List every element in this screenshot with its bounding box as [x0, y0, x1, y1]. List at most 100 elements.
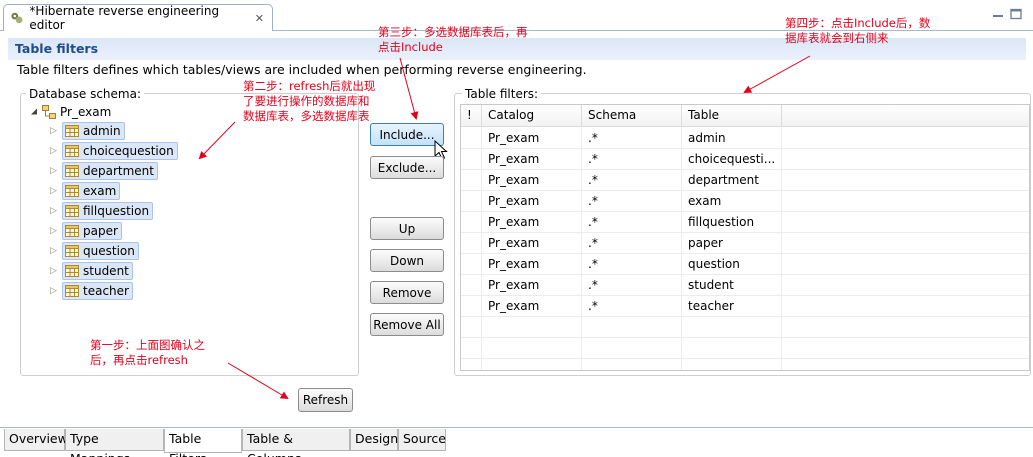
close-icon[interactable]: ✕: [255, 12, 264, 25]
tree-item-chip[interactable]: choicequestion: [62, 142, 178, 160]
expand-triangle-icon[interactable]: ▷: [50, 146, 60, 156]
table-cell: [461, 254, 482, 275]
table-cell: Pr_exam: [482, 296, 582, 317]
table-row[interactable]: Pr_exam .* paper: [461, 233, 1029, 254]
table-cell: .*: [582, 296, 682, 317]
column-header-schema[interactable]: Schema: [582, 105, 682, 127]
expand-triangle-icon[interactable]: ▷: [50, 246, 60, 256]
column-header-catalog[interactable]: Catalog: [482, 105, 582, 127]
tree-item-label: admin: [83, 124, 121, 138]
table-cell: [461, 170, 482, 191]
table-cell: [461, 359, 482, 370]
table-cell: [461, 233, 482, 254]
tab-type-mappings[interactable]: Type Mappings: [65, 429, 164, 457]
tab-overview[interactable]: Overview: [4, 429, 68, 451]
table-filters-grid[interactable]: ! Catalog Schema Table Pr_exam .* admin Pr_exa…: [460, 104, 1030, 371]
expand-triangle-icon[interactable]: ▷: [50, 226, 60, 236]
expand-triangle-icon[interactable]: ▷: [50, 166, 60, 176]
tree-item-chip[interactable]: question: [62, 242, 139, 260]
tree-item-exam[interactable]: ▷ exam: [50, 182, 121, 200]
tree-item-student[interactable]: ▷ student: [50, 262, 133, 280]
column-header-flag[interactable]: !: [461, 105, 482, 127]
table-row[interactable]: Pr_exam .* student: [461, 275, 1029, 296]
tree-item-admin[interactable]: ▷ admin: [50, 122, 125, 140]
table-cell: Pr_exam: [482, 212, 582, 233]
table-cell: question: [682, 254, 782, 275]
table-row: [461, 317, 1029, 338]
tab-source[interactable]: Source: [398, 429, 446, 451]
tree-item-chip[interactable]: paper: [62, 222, 122, 240]
tree-item-fillquestion[interactable]: ▷ fillquestion: [50, 202, 154, 220]
database-schema-label: Database schema:: [26, 87, 144, 101]
table-row[interactable]: Pr_exam .* exam: [461, 191, 1029, 212]
tab-design[interactable]: Design: [350, 429, 398, 451]
table-icon: [65, 165, 79, 177]
refresh-button[interactable]: Refresh: [298, 388, 353, 412]
tree-item-chip[interactable]: department: [62, 162, 158, 180]
collapse-triangle-icon[interactable]: [30, 108, 38, 116]
table-cell: .*: [582, 191, 682, 212]
tree-item-paper[interactable]: ▷ paper: [50, 222, 122, 240]
table-icon: [65, 125, 79, 137]
tree-item-chip[interactable]: student: [62, 262, 133, 280]
table-cell: .*: [582, 149, 682, 170]
table-cell: [782, 170, 1029, 191]
table-cell: Pr_exam: [482, 170, 582, 191]
up-button[interactable]: Up: [370, 217, 444, 240]
tree-item-label: exam: [83, 184, 117, 198]
table-icon: [65, 225, 79, 237]
exclude-button[interactable]: Exclude...: [370, 156, 444, 179]
table-cell: [782, 254, 1029, 275]
table-row[interactable]: Pr_exam .* question: [461, 254, 1029, 275]
expand-triangle-icon[interactable]: ▷: [50, 186, 60, 196]
table-cell: .*: [582, 128, 682, 149]
expand-triangle-icon[interactable]: ▷: [50, 126, 60, 136]
tree-item-choicequestion[interactable]: ▷ choicequestion: [50, 142, 178, 160]
table-cell: student: [682, 275, 782, 296]
table-cell: [682, 338, 782, 359]
tree-item-chip[interactable]: teacher: [62, 282, 133, 300]
table-row[interactable]: Pr_exam .* teacher: [461, 296, 1029, 317]
annotation-line: 数据库表，多选数据库表: [243, 109, 370, 123]
table-cell: [482, 359, 582, 370]
table-row[interactable]: Pr_exam .* admin: [461, 128, 1029, 149]
table-cell: [782, 212, 1029, 233]
table-cell: .*: [582, 233, 682, 254]
minimize-icon[interactable]: [991, 8, 1005, 20]
tree-item-chip[interactable]: exam: [62, 182, 121, 200]
tab-table-filters[interactable]: Table Filters: [164, 429, 242, 457]
hibernate-icon: [11, 12, 23, 24]
column-header-table[interactable]: Table: [682, 105, 782, 127]
table-filters-label: Table filters:: [462, 87, 542, 101]
expand-triangle-icon[interactable]: ▷: [50, 266, 60, 276]
table-cell: [782, 233, 1029, 254]
maximize-icon[interactable]: [1009, 8, 1023, 20]
editor-tab-hibernate[interactable]: *Hibernate reverse engineering editor ✕: [3, 4, 273, 32]
table-cell: [461, 212, 482, 233]
table-cell: Pr_exam: [482, 128, 582, 149]
arrow-step4: [743, 55, 811, 93]
remove-button[interactable]: Remove: [370, 281, 444, 304]
table-cell: [782, 296, 1029, 317]
remove-all-button[interactable]: Remove All: [370, 313, 444, 336]
table-icon: [65, 265, 79, 277]
tree-item-chip[interactable]: admin: [62, 122, 125, 140]
expand-triangle-icon[interactable]: ▷: [50, 206, 60, 216]
tree-item-teacher[interactable]: ▷ teacher: [50, 282, 133, 300]
table-cell: paper: [682, 233, 782, 254]
expand-triangle-icon[interactable]: ▷: [50, 286, 60, 296]
tree-item-department[interactable]: ▷ department: [50, 162, 158, 180]
table-row[interactable]: Pr_exam .* choicequesti...: [461, 149, 1029, 170]
include-button[interactable]: Include...: [370, 123, 444, 146]
tree-item-question[interactable]: ▷ question: [50, 242, 139, 260]
table-cell: [682, 317, 782, 338]
table-row[interactable]: Pr_exam .* department: [461, 170, 1029, 191]
tab-table-columns[interactable]: Table & Columns: [242, 429, 350, 457]
tree-item-label: choicequestion: [83, 144, 174, 158]
bottom-tab-bar: OverviewType MappingsTable FiltersTable …: [0, 427, 1033, 457]
down-button[interactable]: Down: [370, 249, 444, 272]
table-row[interactable]: Pr_exam .* fillquestion: [461, 212, 1029, 233]
tree-item-chip[interactable]: fillquestion: [62, 202, 154, 220]
annotation-step1: 第一步：上面图确认之 后，再点击refresh: [90, 338, 205, 368]
schema-tree-root[interactable]: Pr_exam: [30, 105, 111, 119]
